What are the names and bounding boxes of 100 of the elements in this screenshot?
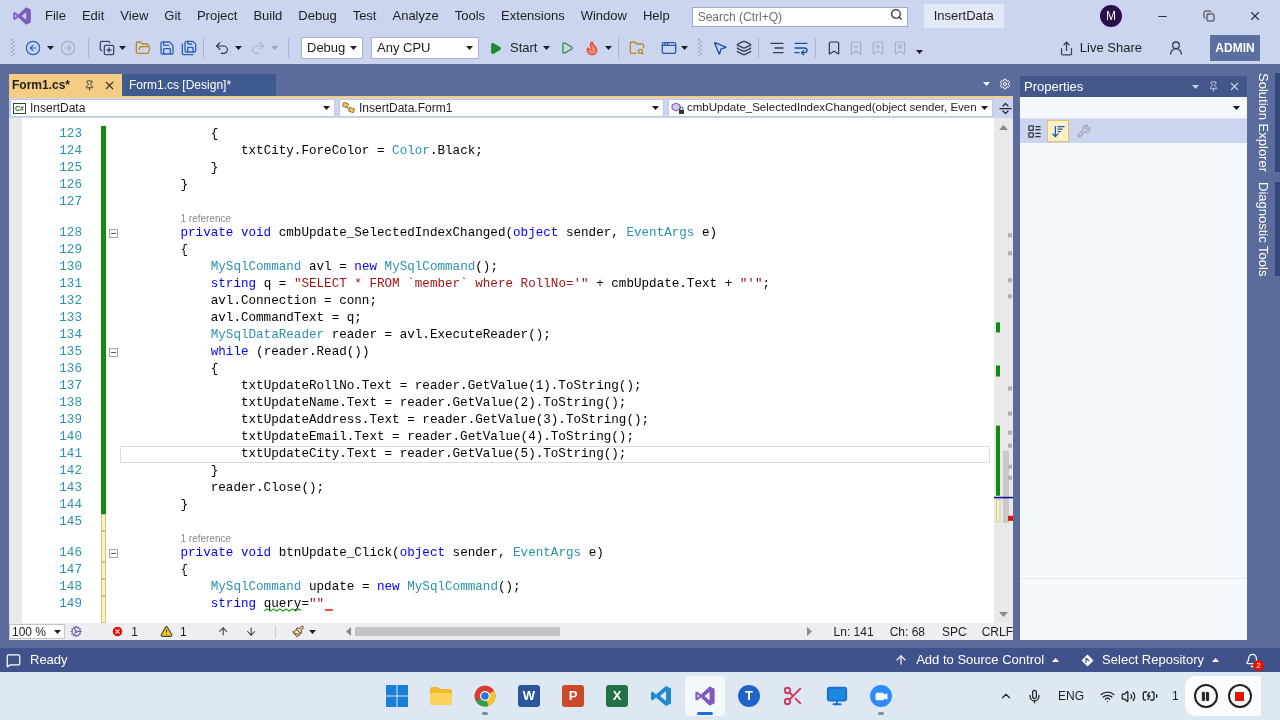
message-icon[interactable]	[6, 652, 21, 668]
save-icon[interactable]	[159, 40, 175, 56]
code-line: MySqlCommand update = new MySqlCommand();	[210, 579, 521, 596]
taskbar-app-button[interactable]: P	[553, 676, 593, 716]
menu-item[interactable]: View	[112, 4, 157, 28]
pause-icon[interactable]	[1193, 684, 1218, 708]
dropdown-caret-icon[interactable]	[119, 46, 126, 50]
settings-icon[interactable]	[999, 78, 1011, 90]
panel-menu-caret-icon[interactable]	[1192, 84, 1199, 89]
search-icon[interactable]	[889, 8, 903, 21]
dropdown-caret-icon[interactable]	[308, 629, 316, 634]
start-button[interactable]: Start	[489, 37, 538, 59]
select-repository-button[interactable]: Select Repository	[1081, 650, 1219, 670]
collapse-icon[interactable]	[108, 549, 118, 558]
stop-icon[interactable]	[1227, 684, 1252, 708]
previous-issue-icon[interactable]	[216, 625, 229, 638]
member-dropdown[interactable]: cmbUpdate_SelectedIndexChanged(object sender, Even	[668, 99, 993, 117]
menu-item[interactable]: Test	[344, 4, 385, 28]
warnings-button[interactable]: 1	[160, 622, 187, 641]
search-field[interactable]: Search (Ctrl+Q)	[691, 7, 908, 27]
scrollbar-thumb[interactable]	[354, 627, 560, 636]
caret-icon	[466, 46, 473, 50]
dropdown-caret-icon[interactable]	[47, 46, 54, 50]
input-language[interactable]: ENG	[1058, 687, 1084, 705]
next-issue-icon[interactable]	[245, 625, 258, 638]
live-share-button[interactable]: Live Share	[1058, 38, 1142, 58]
taskbar-app-button[interactable]: W	[509, 676, 549, 716]
scroll-up-icon[interactable]	[999, 125, 1008, 130]
person-icon[interactable]	[1168, 40, 1184, 56]
zoom-dropdown[interactable]: 100 %	[9, 624, 65, 639]
menu-item[interactable]: Edit	[73, 4, 113, 28]
account-avatar[interactable]: M	[1100, 5, 1122, 27]
taskbar-app-button[interactable]: T	[729, 676, 769, 716]
wifi-icon[interactable]	[1100, 688, 1115, 704]
menu-item[interactable]: Analyze	[384, 4, 447, 28]
pointer-icon[interactable]	[712, 40, 729, 56]
errors-button[interactable]: 1	[111, 622, 138, 641]
scroll-right-icon[interactable]	[806, 627, 812, 636]
side-panel-tab[interactable]: Solution Explorer	[1253, 73, 1280, 172]
split-arrows-icon[interactable]	[998, 100, 1013, 116]
menu-item[interactable]: Help	[634, 4, 678, 28]
line-indicator[interactable]: Ln: 141	[833, 622, 874, 641]
dropdown-caret-icon[interactable]	[543, 46, 551, 50]
dropdown-caret-icon[interactable]	[605, 46, 613, 50]
menu-item[interactable]: Extensions	[493, 4, 573, 28]
stacked-squares-plus-icon[interactable]	[99, 40, 115, 56]
tab-list-caret-icon[interactable]	[983, 82, 990, 86]
indent-indicator[interactable]: SPC	[942, 622, 967, 641]
scroll-down-icon[interactable]	[999, 612, 1008, 617]
error-icon	[111, 625, 125, 638]
align-right-icon[interactable]	[769, 40, 786, 56]
menu-item[interactable]: Project	[188, 4, 246, 28]
clock[interactable]: 1	[1172, 687, 1179, 705]
menu-item[interactable]: Tools	[446, 4, 494, 28]
type-dropdown[interactable]: InsertData.Form1	[339, 99, 664, 117]
microphone-icon[interactable]	[1027, 688, 1042, 704]
menu-item[interactable]: File	[37, 4, 74, 28]
column-indicator[interactable]: Ch: 68	[889, 622, 925, 641]
notifications-icon[interactable]	[1245, 652, 1260, 668]
volume-icon[interactable]	[1121, 688, 1136, 704]
collapse-icon[interactable]	[108, 348, 118, 357]
taskbar-app-button[interactable]	[685, 676, 725, 716]
undo-icon[interactable]	[214, 40, 230, 56]
menu-item[interactable]: Window	[572, 4, 635, 28]
menu-item[interactable]: Debug	[290, 4, 345, 28]
line-number: 137	[58, 378, 82, 395]
pin-icon[interactable]	[1208, 81, 1219, 92]
platform-dropdown[interactable]: Any CPU	[371, 37, 479, 59]
layers-icon[interactable]	[736, 40, 753, 56]
pin-icon[interactable]	[84, 79, 96, 91]
notification-count: 2	[1253, 659, 1264, 671]
window-icon[interactable]	[661, 40, 678, 56]
document-tab[interactable]: Form1.cs*	[9, 74, 123, 96]
collapse-icon[interactable]	[108, 229, 118, 238]
scroll-left-icon[interactable]	[345, 627, 351, 636]
side-panel-tab[interactable]: Diagnostic Tools	[1253, 182, 1280, 277]
dropdown-caret-icon[interactable]	[681, 46, 689, 50]
document-tab[interactable]: Form1.cs [Design]*	[122, 74, 277, 96]
restore-icon[interactable]	[1203, 10, 1215, 22]
brush-icon[interactable]	[292, 625, 305, 638]
references-link[interactable]: 1 reference	[180, 213, 232, 225]
taskbar-app-button[interactable]: X	[597, 676, 637, 716]
add-to-source-control-button[interactable]: Add to Source Control	[894, 650, 1060, 670]
close-icon[interactable]	[1248, 9, 1262, 23]
gear-icon[interactable]	[70, 625, 83, 638]
save-all-icon[interactable]	[181, 40, 197, 56]
wrap-text-icon[interactable]	[793, 40, 810, 56]
start-icon	[386, 685, 408, 707]
configuration-dropdown[interactable]: Debug	[301, 37, 363, 59]
view-toggle-button[interactable]	[1047, 120, 1069, 142]
admin-button[interactable]: ADMIN	[1210, 35, 1260, 61]
dropdown-caret-icon[interactable]	[235, 46, 242, 50]
menu-item[interactable]: Git	[156, 4, 189, 28]
line-ending-indicator[interactable]: CRLF	[981, 622, 1013, 641]
references-link[interactable]: 1 reference	[180, 533, 232, 545]
battery-icon[interactable]	[1142, 688, 1158, 704]
menu-item[interactable]: Build	[245, 4, 291, 28]
close-icon[interactable]	[1228, 80, 1241, 93]
play-outline-icon[interactable]	[560, 41, 575, 55]
dropdown-caret-icon[interactable]	[916, 50, 924, 54]
